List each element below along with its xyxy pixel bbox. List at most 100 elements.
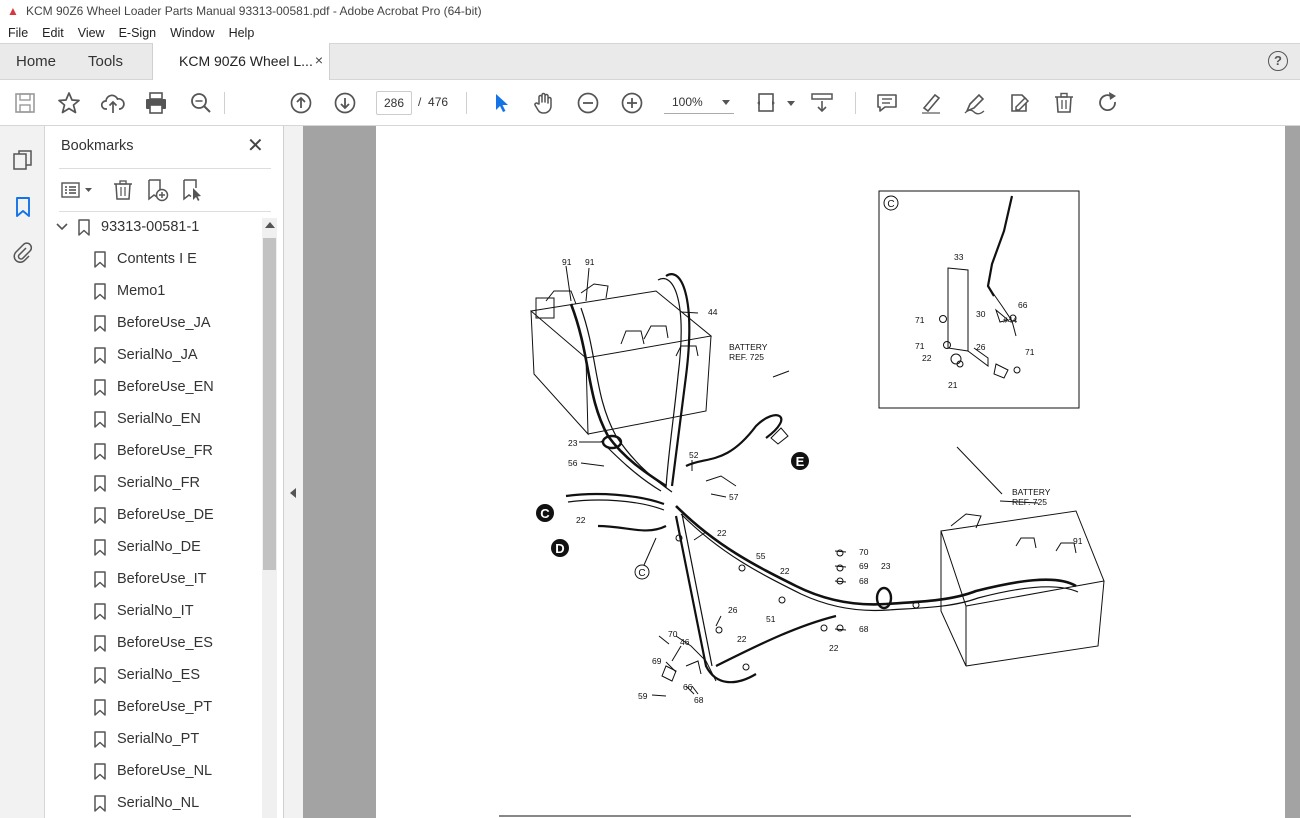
chevron-down-icon[interactable] <box>56 222 68 232</box>
bookmark-item[interactable]: BeforeUse_EN <box>45 372 265 402</box>
bookmark-icon <box>78 219 90 236</box>
bookmark-item[interactable]: SerialNo_IT <box>45 596 265 626</box>
bookmark-item[interactable]: BeforeUse_FR <box>45 436 265 466</box>
window-title: KCM 90Z6 Wheel Loader Parts Manual 93313… <box>26 4 482 18</box>
callout: 71 <box>915 341 925 351</box>
delete-bookmark-icon[interactable] <box>111 178 135 202</box>
select-cursor-icon[interactable] <box>488 90 514 116</box>
bookmark-item[interactable]: Contents I E <box>45 244 265 274</box>
previous-page-icon[interactable] <box>288 90 314 116</box>
bookmark-root[interactable]: 93313-00581-1 <box>45 218 265 242</box>
bookmark-item[interactable]: SerialNo_JA <box>45 340 265 370</box>
bookmark-item[interactable]: BeforeUse_NL <box>45 756 265 786</box>
draw-pen-icon[interactable] <box>962 90 988 116</box>
tab-bar: Home Tools KCM 90Z6 Wheel L... × ? <box>0 43 1300 80</box>
upload-cloud-icon[interactable] <box>100 90 126 116</box>
bookmark-item[interactable]: Memo1 <box>45 276 265 306</box>
callout: 23 <box>568 438 578 448</box>
bookmark-item[interactable]: BeforeUse_IT <box>45 564 265 594</box>
bookmark-label: SerialNo_FR <box>117 475 200 491</box>
star-icon[interactable] <box>56 90 82 116</box>
bookmark-label: Memo1 <box>117 283 166 299</box>
highlight-pen-icon[interactable] <box>918 90 944 116</box>
print-icon[interactable] <box>143 90 169 116</box>
bookmark-label: BeforeUse_ES <box>117 635 213 651</box>
close-tab-icon[interactable]: × <box>315 52 323 68</box>
bookmark-item[interactable]: BeforeUse_PT <box>45 692 265 722</box>
scroll-up-icon[interactable] <box>265 222 275 228</box>
tab-tools[interactable]: Tools <box>88 53 123 70</box>
battery-label: BATTERY <box>729 342 768 352</box>
bookmark-label: SerialNo_PT <box>117 731 200 747</box>
bookmark-item[interactable]: BeforeUse_ES <box>45 628 265 658</box>
scroll-mode-icon[interactable] <box>809 90 835 116</box>
help-icon[interactable]: ? <box>1268 51 1288 71</box>
bookmark-icon <box>94 411 106 428</box>
marker-e: E <box>796 454 805 469</box>
callout: 68 <box>859 576 869 586</box>
bookmark-icon <box>94 603 106 620</box>
close-icon[interactable]: ✕ <box>247 136 264 156</box>
options-menu-icon[interactable] <box>61 178 95 202</box>
bookmark-label: Contents I E <box>117 251 197 267</box>
search-zoom-icon[interactable] <box>188 90 214 116</box>
bookmark-label: BeforeUse_IT <box>117 571 207 587</box>
page-thumbnails-icon[interactable] <box>11 148 35 172</box>
tab-document[interactable]: KCM 90Z6 Wheel L... × <box>152 43 330 80</box>
bookmark-item[interactable]: SerialNo_DE <box>45 532 265 562</box>
toolbar-divider <box>466 92 467 114</box>
bookmark-icon <box>94 347 106 364</box>
menu-edit[interactable]: Edit <box>34 26 70 40</box>
hand-tool-icon[interactable] <box>531 90 557 116</box>
zoom-out-icon[interactable] <box>575 90 601 116</box>
menu-esign[interactable]: E-Sign <box>111 26 163 40</box>
bookmark-item[interactable]: BeforeUse_DE <box>45 500 265 530</box>
tab-home[interactable]: Home <box>16 53 56 70</box>
comment-icon[interactable] <box>874 90 900 116</box>
zoom-select[interactable]: 100% <box>664 92 734 114</box>
menu-help[interactable]: Help <box>221 26 261 40</box>
bookmark-item[interactable]: SerialNo_PT <box>45 724 265 754</box>
menu-file[interactable]: File <box>0 26 34 40</box>
callout: 51 <box>766 614 776 624</box>
bookmark-icon <box>94 539 106 556</box>
bookmark-label: BeforeUse_NL <box>117 763 213 779</box>
callout: 22 <box>576 515 586 525</box>
next-page-icon[interactable] <box>332 90 358 116</box>
menu-view[interactable]: View <box>70 26 111 40</box>
bookmark-item[interactable]: SerialNo_EN <box>45 404 265 434</box>
add-bookmark-icon[interactable] <box>145 178 169 202</box>
zoom-in-icon[interactable] <box>619 90 645 116</box>
edit-document-icon[interactable] <box>1006 90 1032 116</box>
callout: 22 <box>737 634 747 644</box>
main-toolbar: 286 / 476 100% <box>0 80 1300 126</box>
bookmark-icon[interactable] <box>11 195 35 219</box>
scroll-thumb[interactable] <box>263 238 276 570</box>
save-icon[interactable] <box>12 90 38 116</box>
bookmark-label: BeforeUse_DE <box>117 507 214 523</box>
bookmark-item[interactable]: SerialNo_FR <box>45 468 265 498</box>
delete-icon[interactable] <box>1051 90 1077 116</box>
callout: 22 <box>922 353 932 363</box>
chevron-down-icon[interactable] <box>778 90 795 116</box>
bookmark-item[interactable]: SerialNo_NL <box>45 788 265 818</box>
bookmark-icon <box>94 379 106 396</box>
page-number-input[interactable]: 286 <box>376 91 412 115</box>
bookmarks-scrollbar[interactable] <box>262 218 277 818</box>
bookmark-item[interactable]: SerialNo_ES <box>45 660 265 690</box>
callout: 26 <box>976 342 986 352</box>
page-fit-icon[interactable] <box>754 90 780 116</box>
callout: 23 <box>881 561 891 571</box>
menu-window[interactable]: Window <box>162 26 220 40</box>
find-bookmark-icon[interactable] <box>180 178 204 202</box>
bookmark-item[interactable]: BeforeUse_JA <box>45 308 265 338</box>
attachment-icon[interactable] <box>11 241 35 265</box>
bookmark-label: BeforeUse_JA <box>117 315 211 331</box>
document-view[interactable]: E C D C C 91 91 44 23 56 22 52 57 22 55 … <box>303 126 1300 818</box>
rotate-icon[interactable] <box>1095 90 1121 116</box>
panel-splitter[interactable] <box>284 126 303 818</box>
tab-document-label: KCM 90Z6 Wheel L... <box>179 53 313 69</box>
callout: 46 <box>680 637 690 647</box>
marker-d: D <box>555 541 564 556</box>
collapse-panel-icon[interactable] <box>290 488 296 498</box>
